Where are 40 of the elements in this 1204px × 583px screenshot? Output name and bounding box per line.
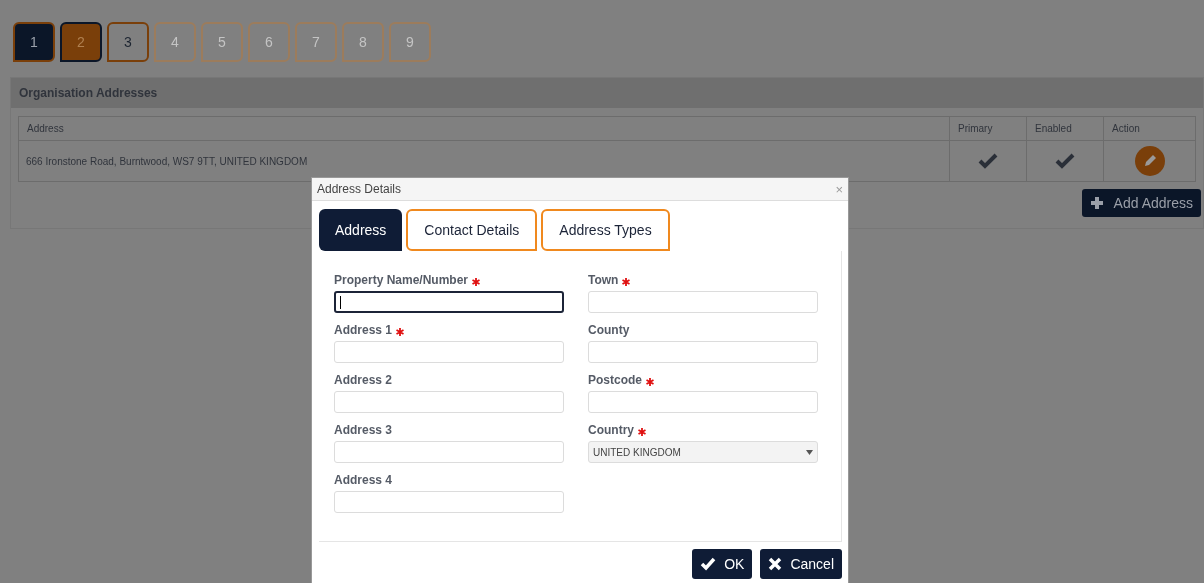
panel-title: Organisation Addresses xyxy=(19,85,158,102)
column-header: Action xyxy=(1103,117,1195,140)
plus-icon xyxy=(1089,196,1104,210)
field-label: Address 4 xyxy=(334,472,393,489)
step-button[interactable]: 6 xyxy=(248,22,290,62)
country-select[interactable]: UNITED KINGDOM xyxy=(588,441,818,463)
column-header: Primary xyxy=(949,117,1026,140)
step-button[interactable]: 2 xyxy=(60,22,102,62)
field-label: Postcode xyxy=(588,372,642,389)
step-button[interactable]: 9 xyxy=(389,22,431,62)
step-button[interactable]: 4 xyxy=(154,22,196,62)
input-field[interactable] xyxy=(334,291,564,313)
step-button[interactable]: 3 xyxy=(107,22,149,62)
text-cursor xyxy=(340,295,341,309)
step-button[interactable]: 1 xyxy=(13,22,55,62)
step-button[interactable]: 5 xyxy=(201,22,243,62)
table-cell-text: 666 Ironstone Road, Burntwood, WS7 9TT, UNITED KINGDOM xyxy=(25,154,309,169)
edit-button[interactable] xyxy=(1134,146,1165,176)
field-label: Country xyxy=(588,422,634,439)
step-button[interactable]: 7 xyxy=(295,22,337,62)
field-label: Town xyxy=(588,272,619,289)
tab[interactable]: Contact Details xyxy=(406,209,538,251)
field-label: County xyxy=(588,322,630,339)
tab[interactable]: Address xyxy=(319,209,403,251)
close-icon xyxy=(768,557,783,571)
ok-button[interactable]: OK xyxy=(692,549,753,579)
field-label: Property Name/Number xyxy=(334,272,469,289)
field-label: Address 2 xyxy=(334,372,393,389)
step-button[interactable]: 8 xyxy=(342,22,384,62)
close-button[interactable]: × xyxy=(835,182,843,196)
column-header: Address xyxy=(26,122,65,136)
add-address-button[interactable]: Add Address xyxy=(1081,189,1201,217)
checkmark-icon xyxy=(700,557,717,571)
field-label: Address 3 xyxy=(334,422,393,439)
dropdown-caret-icon xyxy=(806,449,813,455)
cancel-button[interactable]: Cancel xyxy=(760,549,842,579)
tab[interactable]: Address Types xyxy=(541,209,670,251)
column-header: Enabled xyxy=(1026,117,1103,140)
dialog-title: Address Details xyxy=(317,181,402,198)
field-label: Address 1 xyxy=(334,322,393,339)
